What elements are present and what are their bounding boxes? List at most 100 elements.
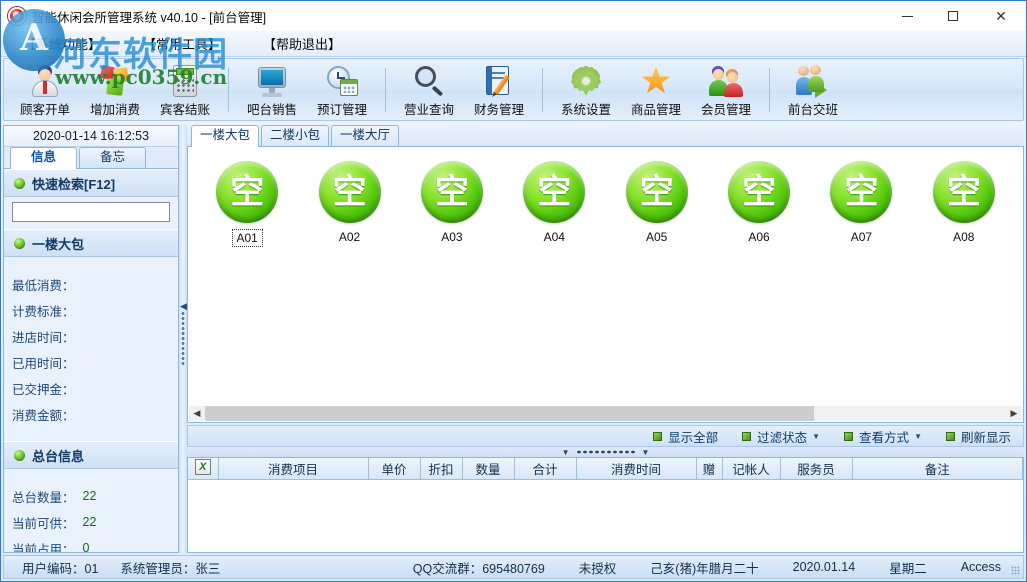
close-button[interactable]: ✕ <box>976 1 1026 31</box>
green-bullet-icon <box>14 238 25 249</box>
field-value: 0 <box>83 541 90 553</box>
floor-tabs: 一楼大包 二楼小包 一楼大厅 <box>187 125 1024 147</box>
room-label: A01 <box>232 229 263 247</box>
collapse-down-arrow-icon[interactable]: ▼ <box>642 448 650 457</box>
app-logo-icon <box>8 7 26 25</box>
scrollbar-thumb[interactable] <box>205 406 814 421</box>
room-item-a02[interactable]: 空 A02 <box>298 161 400 247</box>
toolbar-front-desk-shift[interactable]: 前台交班 <box>778 61 848 119</box>
table-export-cell[interactable] <box>188 458 218 480</box>
scroll-left-arrow-icon[interactable]: ◀ <box>189 406 205 421</box>
toolbar-business-query[interactable]: 营业查询 <box>394 61 464 119</box>
menu-help-exit[interactable]: 【帮助退出】 <box>253 32 351 55</box>
room-status-text: 空 <box>947 175 981 209</box>
horizontal-splitter[interactable]: ▼ ▼ <box>187 447 1024 457</box>
room-item-a05[interactable]: 空 A05 <box>606 161 708 247</box>
toolbar-finance-management[interactable]: 财务管理 <box>464 61 534 119</box>
column-header-gift[interactable]: 赠 <box>696 458 722 480</box>
title-bar: 智能休闲会所管理系统 v40.10 - [前台管理] ✕ <box>1 1 1026 31</box>
room-status-empty-icon[interactable]: 空 <box>728 161 790 223</box>
status-admin-name: 系统管理员：张三 <box>120 558 220 577</box>
status-bar: 用户编码：01 系统管理员：张三 QQ交流群：695480769 未授权 己亥(… <box>3 555 1024 579</box>
room-status-empty-icon[interactable]: 空 <box>626 161 688 223</box>
room-status-text: 空 <box>435 175 469 209</box>
scroll-right-arrow-icon[interactable]: ▶ <box>1006 406 1022 421</box>
maximize-button[interactable] <box>930 1 976 31</box>
column-header-item[interactable]: 消费项目 <box>218 458 368 480</box>
room-item-a06[interactable]: 空 A06 <box>708 161 810 247</box>
summary-body: 总台数量： 22 当前可供： 22 当前占用： 0 当前预订： 0 <box>4 469 178 553</box>
tab-floor1-hall[interactable]: 一楼大厅 <box>331 125 399 146</box>
room-status-empty-icon[interactable]: 空 <box>933 161 995 223</box>
refresh-display-button[interactable]: 刷新显示 <box>946 427 1011 446</box>
collapse-up-arrow-icon[interactable]: ▼ <box>562 448 570 457</box>
status-user-code: 用户编码：01 <box>22 558 98 577</box>
application-window: 智能休闲会所管理系统 v40.10 - [前台管理] ✕ 【系统功能】 【常用工… <box>0 0 1027 582</box>
field-label: 计费标准： <box>12 301 75 320</box>
menu-system-functions[interactable]: 【系统功能】 <box>13 32 111 55</box>
toolbar-customer-order[interactable]: 顾客开单 <box>10 61 80 119</box>
room-label: A03 <box>437 229 466 245</box>
button-label: 显示全部 <box>668 427 718 446</box>
menu-common-tools[interactable]: 【常用工具】 <box>133 32 231 55</box>
room-status-text: 空 <box>537 175 571 209</box>
window-controls: ✕ <box>884 1 1026 31</box>
column-header-quantity[interactable]: 数量 <box>462 458 514 480</box>
toolbar-label: 系统设置 <box>561 99 611 118</box>
toolbar-reservation-management[interactable]: 预订管理 <box>307 61 377 119</box>
toolbar-guest-checkout[interactable]: 宾客结账 <box>150 61 220 119</box>
section-title: 总台信息 <box>32 446 84 465</box>
consumption-table: 消费项目 单价 折扣 数量 合计 消费时间 赠 记帐人 服务员 备注 <box>188 458 1023 480</box>
room-status-empty-icon[interactable]: 空 <box>830 161 892 223</box>
toolbar-bar-sales[interactable]: 吧台销售 <box>237 61 307 119</box>
column-header-discount[interactable]: 折扣 <box>420 458 462 480</box>
view-mode-button[interactable]: 查看方式 ▼ <box>844 427 922 446</box>
column-header-remark[interactable]: 备注 <box>852 458 1023 480</box>
column-header-time[interactable]: 消费时间 <box>576 458 696 480</box>
room-item-a08[interactable]: 空 A08 <box>913 161 1015 247</box>
toolbar-product-management[interactable]: 商品管理 <box>621 61 691 119</box>
column-header-waiter[interactable]: 服务员 <box>780 458 852 480</box>
column-header-total[interactable]: 合计 <box>514 458 576 480</box>
column-header-recorder[interactable]: 记帐人 <box>722 458 780 480</box>
room-status-empty-icon[interactable]: 空 <box>421 161 483 223</box>
excel-export-icon[interactable] <box>195 459 211 475</box>
sidebar-tab-info[interactable]: 信息 <box>10 147 77 169</box>
toolbar-separator <box>542 68 543 112</box>
show-all-button[interactable]: 显示全部 <box>653 427 718 446</box>
minimize-button[interactable] <box>884 1 930 31</box>
scrollbar-track[interactable] <box>205 406 1006 421</box>
toolbar-separator <box>385 68 386 112</box>
room-item-a03[interactable]: 空 A03 <box>401 161 503 247</box>
filter-status-button[interactable]: 过滤状态 ▼ <box>742 427 820 446</box>
resize-grip-icon[interactable] <box>1011 566 1020 575</box>
room-label: A05 <box>642 229 671 245</box>
status-date: 2020.01.14 <box>793 560 856 574</box>
toolbar-member-management[interactable]: 会员管理 <box>691 61 761 119</box>
quick-search-input[interactable] <box>12 202 170 222</box>
room-grid-horizontal-scrollbar[interactable]: ◀ ▶ <box>189 406 1022 421</box>
room-status-empty-icon[interactable]: 空 <box>319 161 381 223</box>
summary-row: 当前可供： 22 <box>12 509 170 535</box>
room-item-a07[interactable]: 空 A07 <box>810 161 912 247</box>
column-header-unit-price[interactable]: 单价 <box>368 458 420 480</box>
summary-row: 当前占用： 0 <box>12 535 170 553</box>
toolbar-system-settings[interactable]: 系统设置 <box>551 61 621 119</box>
room-info-row: 已交押金： <box>12 375 170 401</box>
room-item-a04[interactable]: 空 A04 <box>503 161 605 247</box>
sidebar-splitter[interactable]: ◀ <box>179 125 187 553</box>
menu-bar: 【系统功能】 【常用工具】 【帮助退出】 <box>1 31 1026 57</box>
tab-floor2-small[interactable]: 二楼小包 <box>261 125 329 146</box>
sidebar-tab-memo[interactable]: 备忘 <box>79 147 146 168</box>
field-label: 当前可供： <box>12 513 75 532</box>
room-status-empty-icon[interactable]: 空 <box>216 161 278 223</box>
section-title: 一楼大包 <box>32 234 84 253</box>
room-info-row: 最低消费： <box>12 271 170 297</box>
button-label: 过滤状态 <box>757 427 807 446</box>
status-left-group: 用户编码：01 系统管理员：张三 <box>4 558 242 577</box>
toolbar-add-consumption[interactable]: 增加消费 <box>80 61 150 119</box>
tab-floor1-large[interactable]: 一楼大包 <box>191 125 259 147</box>
room-status-empty-icon[interactable]: 空 <box>523 161 585 223</box>
sidebar-clock: 2020-01-14 16:12:53 <box>4 126 178 147</box>
room-item-a01[interactable]: 空 A01 <box>196 161 298 247</box>
